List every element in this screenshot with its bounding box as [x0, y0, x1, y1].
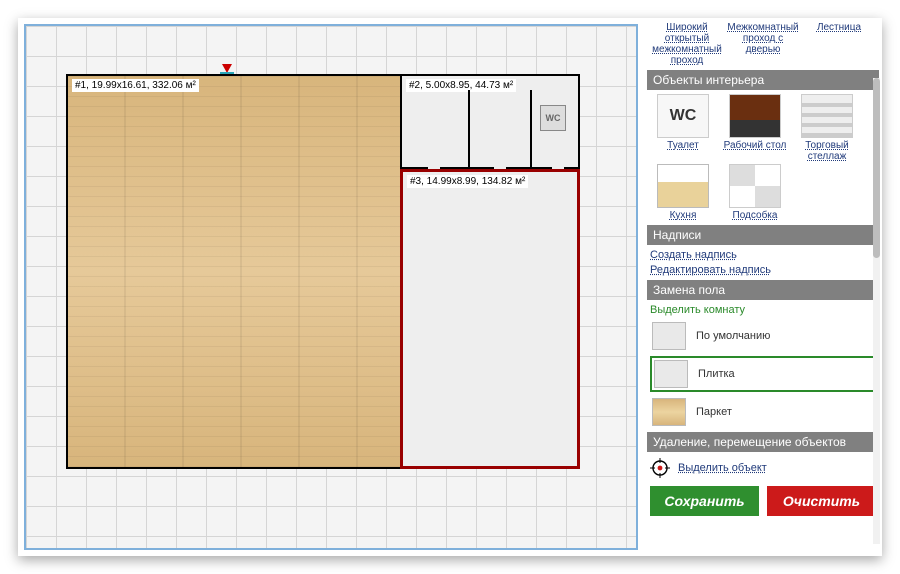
obj-desk-label[interactable]: Рабочий стол	[724, 140, 787, 151]
boxes-icon	[729, 164, 781, 208]
obj-desk[interactable]: Рабочий стол	[722, 94, 788, 162]
floor-tile-label: Плитка	[698, 368, 735, 380]
swatch-default-icon	[652, 322, 686, 350]
obj-boxes-label[interactable]: Подсобка	[733, 210, 778, 221]
select-object-row: Выделить объект	[650, 458, 876, 478]
floorplan-canvas[interactable]: #1, 19.99x16.61, 332.06 м² #2, 5.00x8.95…	[18, 18, 644, 556]
target-icon	[650, 458, 670, 478]
floor-parquet-label: Паркет	[696, 406, 732, 418]
sidebar: Широкий открытый межкомнатный проход Меж…	[644, 18, 882, 556]
wall	[468, 90, 470, 167]
obj-kitchen-label[interactable]: Кухня	[670, 210, 697, 221]
section-objects-header: Объекты интерьера	[647, 70, 879, 90]
swatch-parquet-icon	[652, 398, 686, 426]
obj-shelf-label[interactable]: Торговый стеллаж	[794, 140, 860, 162]
kitchen-icon	[657, 164, 709, 208]
section-labels-header: Надписи	[647, 225, 879, 245]
obj-shelf[interactable]: Торговый стеллаж	[794, 94, 860, 162]
desk-icon	[729, 94, 781, 138]
obj-toilet-label[interactable]: Туалет	[667, 140, 699, 151]
obj-boxes[interactable]: Подсобка	[722, 164, 788, 221]
link-select-room[interactable]: Выделить комнату	[650, 304, 876, 316]
floor-default-label: По умолчанию	[696, 330, 770, 342]
labels-links: Создать надпись Редактировать надпись	[650, 249, 876, 276]
grid: #1, 19.99x16.61, 332.06 м² #2, 5.00x8.95…	[24, 24, 638, 550]
shelf-icon	[801, 94, 853, 138]
link-select-object[interactable]: Выделить объект	[678, 462, 767, 474]
link-stairs[interactable]: Лестница	[802, 22, 876, 66]
scrollbar[interactable]	[873, 78, 880, 544]
section-floor-header: Замена пола	[647, 280, 879, 300]
toilet-icon: WC	[657, 94, 709, 138]
obj-toilet[interactable]: WC Туалет	[650, 94, 716, 162]
clear-button[interactable]: Очистить	[767, 486, 876, 516]
floor-option-tile[interactable]: Плитка	[650, 356, 876, 392]
room-3-label: #3, 14.99x8.99, 134.82 м²	[407, 175, 528, 188]
room-2[interactable]: #2, 5.00x8.95, 44.73 м² WC	[400, 74, 580, 169]
action-buttons: Сохранить Очистить	[650, 486, 876, 516]
room-2-label: #2, 5.00x8.95, 44.73 м²	[406, 79, 516, 92]
top-passage-links: Широкий открытый межкомнатный проход Меж…	[650, 22, 876, 66]
objects-grid: WC Туалет Рабочий стол Торговый стеллаж …	[650, 94, 876, 221]
wall	[530, 90, 532, 167]
floor-option-default[interactable]: По умолчанию	[650, 320, 876, 352]
section-delete-header: Удаление, перемещение объектов	[647, 432, 879, 452]
link-door-passage[interactable]: Межкомнатный проход с дверью	[726, 22, 800, 66]
app-frame: #1, 19.99x16.61, 332.06 м² #2, 5.00x8.95…	[18, 18, 882, 556]
link-create-label[interactable]: Создать надпись	[650, 249, 876, 261]
link-wide-passage[interactable]: Широкий открытый межкомнатный проход	[650, 22, 724, 66]
obj-kitchen[interactable]: Кухня	[650, 164, 716, 221]
swatch-tile-icon	[654, 360, 688, 388]
room-1[interactable]: #1, 19.99x16.61, 332.06 м²	[66, 74, 401, 469]
link-edit-label[interactable]: Редактировать надпись	[650, 264, 876, 276]
floor-option-parquet[interactable]: Паркет	[650, 396, 876, 428]
room-1-label: #1, 19.99x16.61, 332.06 м²	[72, 79, 199, 92]
room-3-selected[interactable]: #3, 14.99x8.99, 134.82 м²	[400, 169, 580, 469]
wc-icon[interactable]: WC	[540, 105, 566, 131]
save-button[interactable]: Сохранить	[650, 486, 759, 516]
